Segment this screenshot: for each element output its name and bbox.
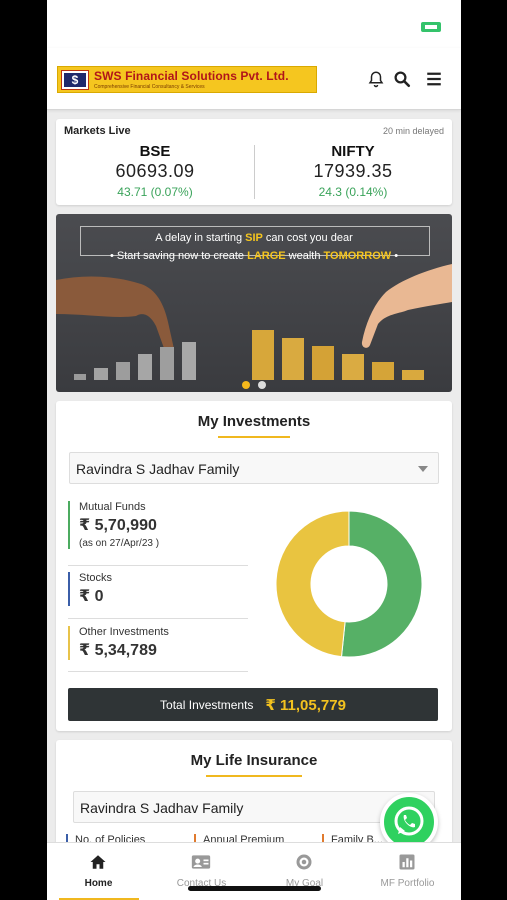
index-value: 60693.09 (115, 161, 195, 181)
total-investments-bar: Total Investments ₹ 11,05,779 (68, 688, 438, 721)
search-icon[interactable] (391, 68, 413, 90)
dropdown-arrow-icon (418, 466, 428, 472)
investment-donut-chart[interactable] (274, 509, 424, 659)
stocks-item[interactable]: Stocks ₹ 0 (68, 572, 248, 606)
battery-icon (421, 22, 441, 32)
nav-home[interactable]: Home (47, 843, 150, 900)
nav-contact-us[interactable]: Contact Us (150, 843, 253, 900)
markets-title: Markets Live (64, 125, 131, 137)
nav-mf-portfolio[interactable]: MF Portfolio (356, 843, 459, 900)
index-change: 43.71 (0.07%) (117, 185, 193, 199)
nifty-index: NIFTY 17939.35 24.3 (0.14%) (254, 143, 452, 199)
app-screen: $ SWS Financial Solutions Pvt. Ltd. Comp… (47, 0, 461, 900)
carousel-dot-active[interactable] (242, 381, 250, 389)
index-change: 24.3 (0.14%) (318, 185, 388, 199)
logo-tagline: Comprehensive Financial Consultancy & Se… (94, 84, 205, 90)
title-underline (218, 436, 290, 438)
logo-name: SWS Financial Solutions Pvt. Ltd. (94, 69, 289, 83)
donut-slice-mutual-funds[interactable] (340, 510, 423, 658)
app-header: $ SWS Financial Solutions Pvt. Ltd. Comp… (47, 48, 461, 110)
donut-slice-other-investments[interactable] (275, 510, 350, 658)
banner-illustration (56, 264, 452, 380)
other-investments-item[interactable]: Other Investments ₹ 5,34,789 (68, 626, 248, 660)
promo-banner[interactable]: A delay in starting SIP can cost you dea… (56, 214, 452, 392)
logo-emblem-icon: $ (61, 69, 89, 90)
nav-my-goal[interactable]: My Goal (253, 843, 356, 900)
index-value: 17939.35 (313, 161, 393, 181)
section-title: My Life Insurance (190, 752, 318, 769)
carousel-dots[interactable] (56, 376, 452, 392)
section-title: My Investments (197, 413, 311, 430)
home-icon (88, 852, 108, 872)
bar-chart-icon (397, 852, 417, 872)
markets-live-card[interactable]: Markets Live 20 min delayed BSE 60693.09… (56, 119, 452, 205)
family-select-value: Ravindra S Jadhav Family (76, 461, 240, 477)
my-investments-card: My Investments Ravindra S Jadhav Family … (56, 401, 452, 731)
index-name: BSE (139, 143, 171, 160)
target-icon (294, 852, 314, 872)
home-indicator (188, 886, 321, 891)
status-bar (47, 0, 461, 48)
mutual-funds-item[interactable]: Mutual Funds ₹ 5,70,990 (as on 27/Apr/23… (68, 501, 248, 549)
delay-note: 20 min delayed (382, 126, 444, 136)
menu-icon[interactable] (423, 68, 445, 90)
company-logo[interactable]: $ SWS Financial Solutions Pvt. Ltd. Comp… (57, 66, 317, 93)
bottom-navigation: Home Contact Us My Goal MF Portfolio (47, 842, 461, 900)
carousel-dot[interactable] (258, 381, 266, 389)
bell-icon[interactable] (365, 68, 387, 90)
index-name: NIFTY (331, 143, 375, 160)
contact-card-icon (191, 852, 211, 872)
family-select[interactable]: Ravindra S Jadhav Family (69, 452, 439, 484)
bse-index: BSE 60693.09 43.71 (0.07%) (56, 143, 254, 199)
title-underline (206, 775, 302, 777)
